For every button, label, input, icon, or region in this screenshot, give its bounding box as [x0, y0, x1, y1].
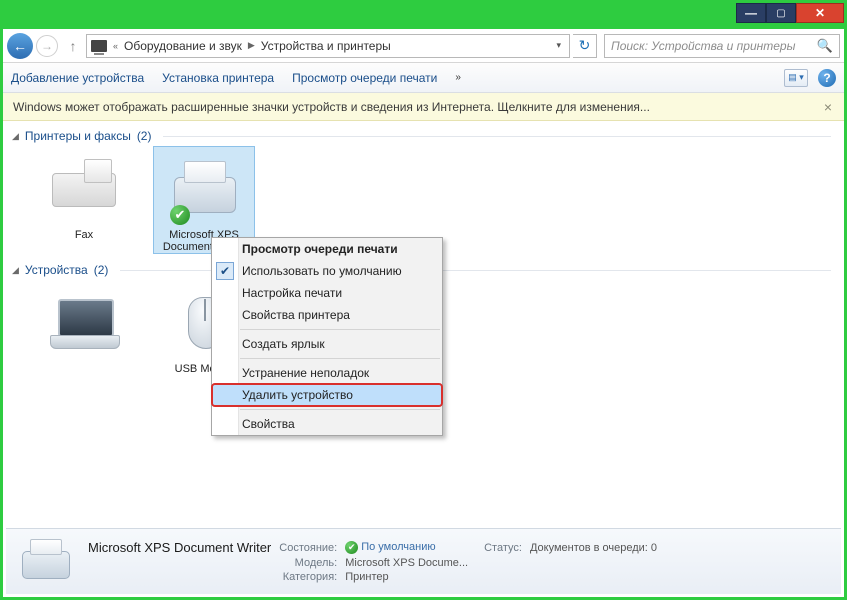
search-placeholder: Поиск: Устройства и принтеры [611, 39, 795, 53]
refresh-button[interactable] [573, 34, 597, 58]
default-printer-badge-icon [170, 205, 190, 225]
group-count-devices: (2) [94, 263, 109, 277]
collapse-triangle-icon[interactable] [12, 131, 19, 142]
search-input[interactable]: Поиск: Устройства и принтеры [604, 34, 840, 58]
cmd-overflow-chevron-icon[interactable]: » [455, 72, 461, 83]
details-state-value: По умолчанию [345, 541, 468, 554]
details-status-label: Статус: [484, 542, 522, 554]
default-check-icon [345, 541, 358, 554]
back-button[interactable]: ← [7, 33, 33, 59]
close-button[interactable] [796, 3, 844, 23]
details-model-label: Модель: [279, 557, 337, 569]
title-bar [3, 3, 844, 29]
details-state-label: Состояние: [279, 542, 337, 554]
search-icon[interactable] [817, 38, 833, 54]
info-bar-close-icon[interactable] [824, 99, 832, 115]
explorer-window: ← → « Оборудование и звук ▶ Устройства и… [0, 0, 847, 600]
info-bar-text: Windows может отображать расширенные зна… [13, 100, 650, 114]
ctx-properties[interactable]: Свойства [212, 413, 442, 435]
ctx-print-setup[interactable]: Настройка печати [212, 282, 442, 304]
device-label: Fax [34, 229, 134, 241]
device-item-fax[interactable]: Fax [34, 147, 134, 241]
group-header-printers[interactable]: Принтеры и факсы (2) [6, 125, 841, 145]
details-category-value: Принтер [345, 571, 468, 583]
cmd-add-device[interactable]: Добавление устройства [11, 71, 144, 85]
address-dropdown-icon[interactable]: ▾ [552, 40, 565, 51]
ctx-view-print-queue[interactable]: Просмотр очереди печати [212, 238, 442, 260]
fax-icon [44, 147, 124, 227]
details-pane: Microsoft XPS Document Writer Состояние:… [6, 528, 841, 594]
group-count-printers: (2) [137, 129, 152, 143]
breadcrumb-hardware-sound[interactable]: Оборудование и звук [120, 39, 246, 53]
view-options-button[interactable]: ▤ ▾ [784, 69, 808, 87]
nav-bar: ← → « Оборудование и звук ▶ Устройства и… [3, 29, 844, 63]
group-title-printers: Принтеры и факсы [25, 129, 131, 143]
ctx-separator [240, 329, 440, 330]
ctx-set-default[interactable]: Использовать по умолчанию [212, 260, 442, 282]
address-bar[interactable]: « Оборудование и звук ▶ Устройства и при… [86, 34, 570, 58]
breadcrumb-sep: « [111, 41, 120, 51]
details-device-name: Microsoft XPS Document Writer [88, 540, 271, 555]
laptop-icon [44, 281, 124, 361]
forward-button: → [36, 35, 58, 57]
group-title-devices: Устройства [25, 263, 88, 277]
maximize-button[interactable] [766, 3, 796, 23]
ctx-printer-properties[interactable]: Свойства принтера [212, 304, 442, 326]
details-status-value: Документов в очереди: 0 [530, 542, 657, 554]
ctx-create-shortcut[interactable]: Создать ярлык [212, 333, 442, 355]
ctx-separator [240, 409, 440, 410]
breadcrumb-chevron-icon: ▶ [246, 40, 257, 51]
minimize-button[interactable] [736, 3, 766, 23]
window-controls [736, 3, 844, 23]
ctx-separator [240, 358, 440, 359]
collapse-triangle-icon[interactable] [12, 265, 19, 276]
ctx-remove-device[interactable]: Удалить устройство [212, 384, 442, 406]
up-button[interactable] [63, 36, 83, 56]
context-menu: Просмотр очереди печати Использовать по … [211, 237, 443, 436]
ctx-troubleshoot[interactable]: Устранение неполадок [212, 362, 442, 384]
devices-icon [91, 40, 107, 52]
info-bar[interactable]: Windows может отображать расширенные зна… [3, 93, 844, 121]
printer-icon [164, 147, 244, 227]
device-item-laptop[interactable] [34, 281, 134, 363]
details-category-label: Категория: [279, 571, 337, 583]
cmd-add-printer[interactable]: Установка принтера [162, 71, 274, 85]
help-button[interactable] [818, 69, 836, 87]
cmd-view-print-queue[interactable]: Просмотр очереди печати [292, 71, 437, 85]
details-model-value: Microsoft XPS Docume... [345, 557, 468, 569]
details-printer-icon [16, 537, 76, 587]
checkmark-icon [216, 262, 234, 280]
command-bar: Добавление устройства Установка принтера… [3, 63, 844, 93]
group-divider [163, 136, 831, 137]
breadcrumb-devices-printers[interactable]: Устройства и принтеры [257, 39, 395, 53]
